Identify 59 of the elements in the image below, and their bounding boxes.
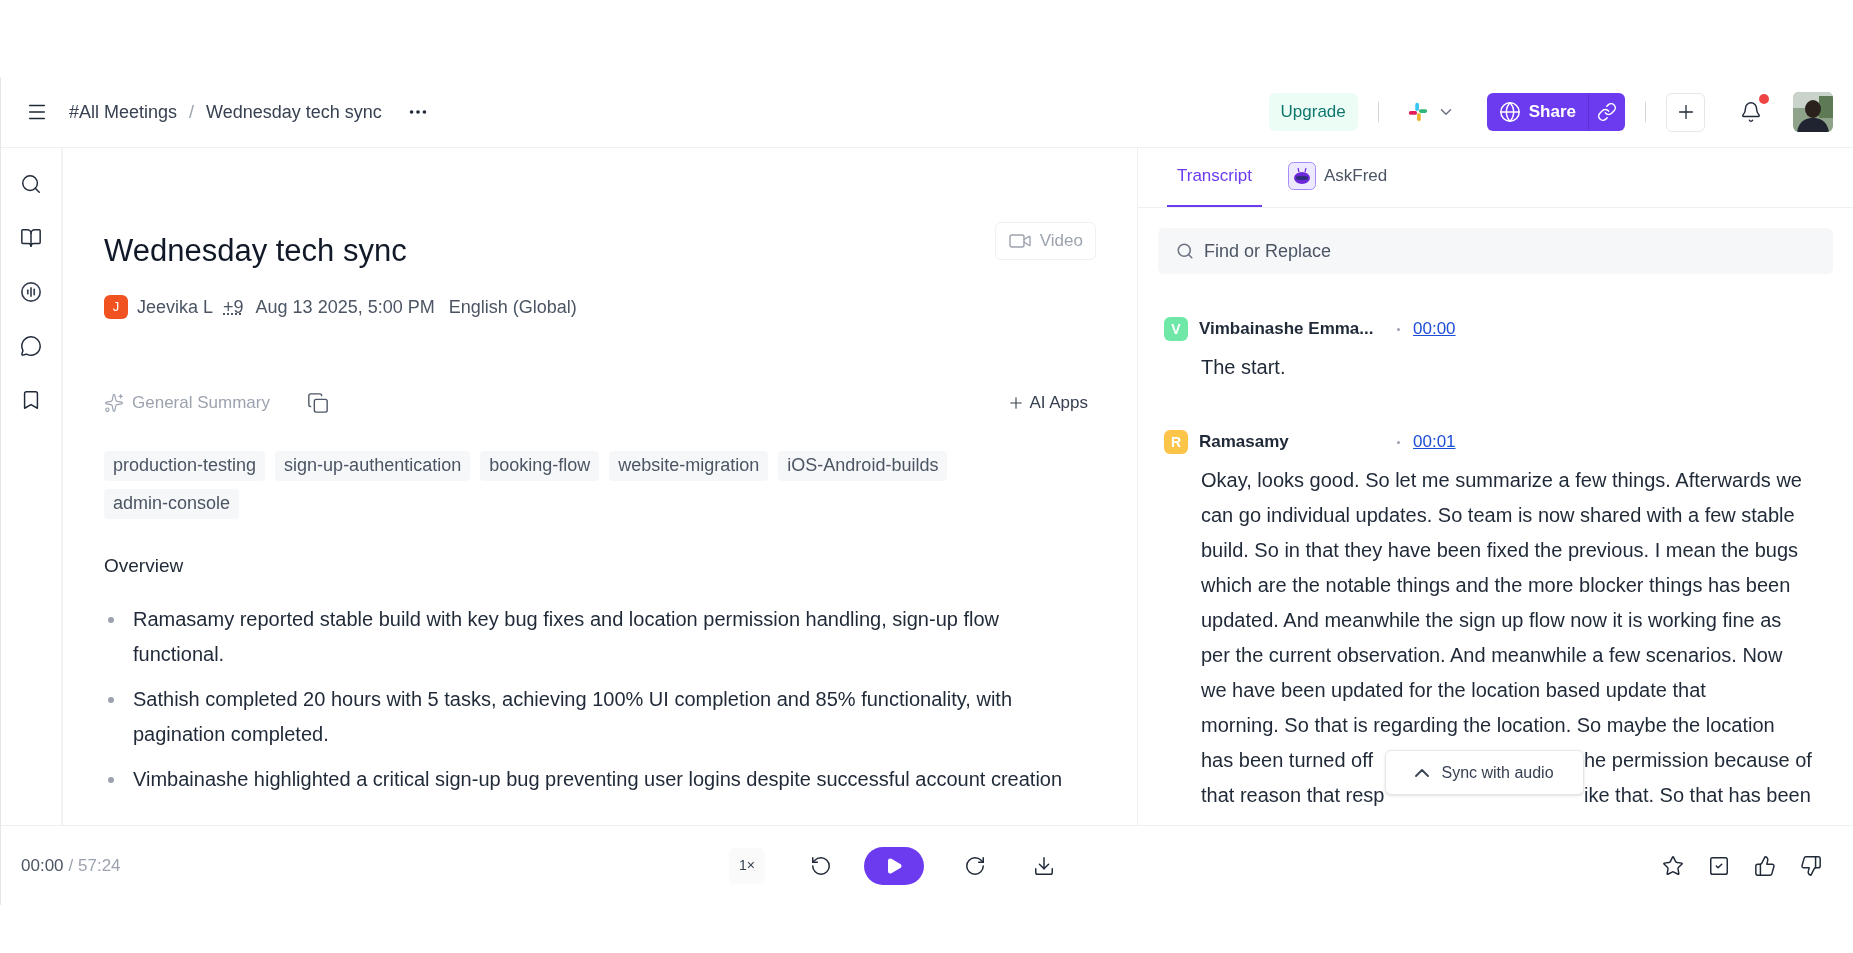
current-time: 00:00 (21, 854, 64, 877)
timestamp-link[interactable]: 00:01 (1413, 429, 1456, 455)
topic-tag: production-testing (104, 450, 266, 481)
topic-tag: booking-flow (480, 450, 600, 481)
transcript-line: Okay, looks good. So let me summarize a few things. Afterwards we (1201, 468, 1803, 493)
host-avatar: J (104, 295, 128, 319)
meeting-language: English (Global) (448, 295, 577, 319)
transcript-line: The start. (1201, 355, 1287, 380)
breadcrumb-separator: / (189, 100, 195, 124)
chevron-up-icon (1415, 768, 1430, 777)
transcript-line: per the current observation. And meanwhile a few scenarios. Now (1201, 643, 1784, 668)
summary-bullet: Vimbainashe highlighted a critical sign-up bug preventing user logins despite successful account creation (133, 767, 1063, 792)
ai-apps-button[interactable]: AI Apps (999, 389, 1096, 416)
topic-tag: website-migration (609, 450, 769, 481)
transcript-line: we have been updated for the location based update that (1201, 678, 1707, 703)
transcript-line: can go individual updates. So team is now shared with a few stable (1201, 503, 1796, 528)
meeting-title: Wednesday tech sync (104, 232, 407, 270)
search-icon (1176, 242, 1194, 260)
upgrade-button[interactable]: Upgrade (1268, 93, 1358, 131)
robot-icon (1287, 162, 1316, 190)
participants-link[interactable]: +9 (223, 293, 244, 321)
speaker-avatar: R (1164, 430, 1188, 454)
breadcrumb-link[interactable]: #All Meetings (69, 98, 178, 126)
timestamp-link[interactable]: 00:00 (1413, 316, 1456, 342)
breadcrumb-current: Wednesday tech sync (206, 100, 382, 124)
transcript-line: that reason that resp (1201, 783, 1385, 808)
transcript-line: has been turned off (1201, 748, 1374, 773)
video-button: Video (994, 222, 1096, 260)
transcript-line: updated. And meanwhile the sign up flow now it is working fine as (1201, 608, 1783, 633)
audio-bars-icon (20, 281, 42, 303)
play-button[interactable] (864, 846, 924, 885)
panel-tab[interactable]: Transcript (1167, 147, 1262, 207)
host-name: Jeevika L (137, 295, 214, 319)
total-duration: / 57:24 (68, 854, 121, 877)
transcript-line: he permission because of (1584, 748, 1813, 773)
pinwheel-logo-icon (1406, 101, 1429, 123)
sync-audio-button[interactable]: Sync with audio (1385, 750, 1584, 795)
link-icon (1597, 102, 1617, 122)
panel-tab[interactable]: AskFred (1277, 147, 1398, 207)
summary-bullet: Ramasamy reported stable build with key bug fixes and location permission handling, sign-up flow functional. (133, 607, 1000, 667)
sparkles-icon (104, 392, 124, 413)
transcript-line: ike that. So that has been (1584, 783, 1812, 808)
speed-button[interactable]: 1× (729, 847, 765, 884)
globe-icon (1498, 101, 1521, 123)
speaker-name: Ramasamy (1199, 431, 1290, 454)
speaker-avatar: V (1164, 317, 1188, 341)
transcript-line: morning. So that is regarding the location. So maybe the location (1201, 713, 1776, 738)
section-heading: Overview (104, 553, 185, 578)
topic-tag: sign-up-authentication (275, 450, 471, 481)
transcript-line: build. So in that they have been fixed the previous. I mean the bugs (1201, 538, 1800, 563)
play-icon (885, 856, 903, 875)
meeting-datetime: Aug 13 2025, 5:00 PM (255, 295, 435, 319)
transcript-line: which are the notable things and the more blocker things has been (1201, 573, 1792, 598)
find-replace-field[interactable]: Find or Replace (1158, 228, 1833, 274)
speaker-name: Vimbainashe Emma... (1199, 318, 1375, 341)
topic-tag: iOS-Android-builds (778, 450, 948, 481)
add-button[interactable] (1666, 92, 1705, 132)
summary-bullet: Sathish completed 20 hours with 5 tasks, achieving 100% UI completion and 85% functionality, with pagination completed. (133, 687, 1013, 747)
topic-tag: admin-console (104, 488, 240, 519)
